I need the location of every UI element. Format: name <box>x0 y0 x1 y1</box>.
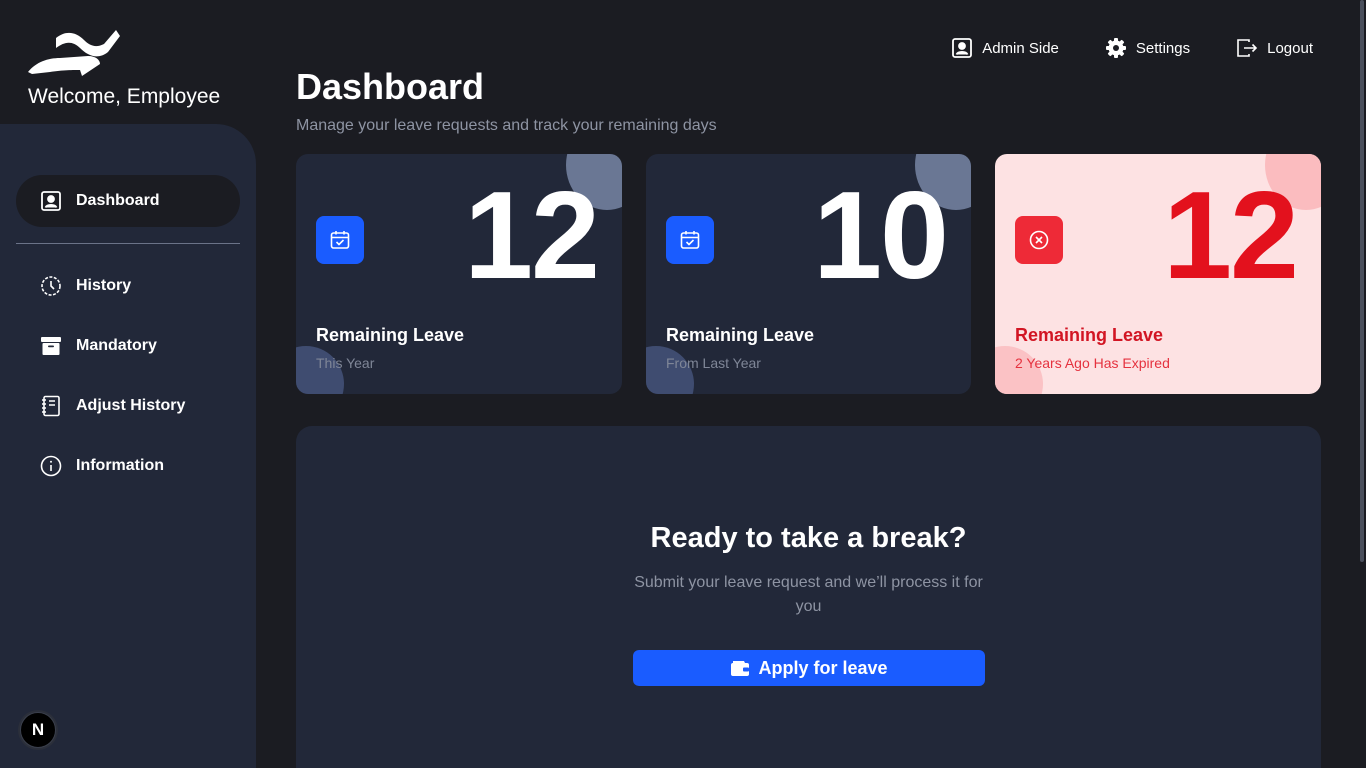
sidebar-item-label: Information <box>76 457 164 474</box>
calendar-check-icon <box>666 216 714 264</box>
sidebar-item-mandatory[interactable]: Mandatory <box>16 320 240 372</box>
user-square-icon <box>951 37 973 59</box>
info-icon <box>40 455 62 477</box>
apply-for-leave-button[interactable]: Apply for leave <box>633 650 985 686</box>
sidebar-item-label: History <box>76 277 132 294</box>
card-subtitle: From Last Year <box>666 355 761 371</box>
panel-title: Ready to take a break? <box>650 522 967 554</box>
settings-label: Settings <box>1135 39 1191 57</box>
card-title: Remaining Leave <box>666 325 815 345</box>
gear-icon <box>1105 37 1127 59</box>
user-square-icon <box>40 190 62 212</box>
sidebar-item-information[interactable]: Information <box>16 440 240 492</box>
leave-count: 12 <box>1163 167 1299 305</box>
nextjs-badge-button[interactable]: N <box>20 712 56 748</box>
page-title: Dashboard <box>296 66 485 107</box>
page-scrollbar[interactable] <box>1360 0 1364 562</box>
wallet-icon <box>730 658 750 678</box>
settings-button[interactable]: Settings <box>1105 37 1190 59</box>
logout-label: Logout <box>1267 39 1313 57</box>
notebook-icon <box>40 395 62 417</box>
leave-card-last-year: 10 Remaining Leave From Last Year <box>646 154 971 394</box>
leave-card-expired: 12 Remaining Leave 2 Years Ago Has Expir… <box>995 154 1321 394</box>
sidebar: Dashboard History Mandatory Adjust Histo… <box>0 124 256 768</box>
sidebar-item-dashboard[interactable]: Dashboard <box>16 175 240 227</box>
sidebar-divider <box>16 243 240 244</box>
card-subtitle: 2 Years Ago Has Expired <box>1015 355 1170 371</box>
logout-button[interactable]: Logout <box>1236 37 1313 59</box>
panel-description: Submit your leave request and we’ll proc… <box>634 574 983 615</box>
leave-card-this-year: 12 Remaining Leave This Year <box>296 154 622 394</box>
card-title: Remaining Leave <box>316 325 465 345</box>
badge-letter: N <box>31 720 45 739</box>
card-title: Remaining Leave <box>1015 325 1164 345</box>
apply-button-label: Apply for leave <box>758 657 888 678</box>
leave-count: 10 <box>813 167 949 305</box>
sidebar-item-label: Mandatory <box>76 337 157 354</box>
apply-leave-panel: Ready to take a break? Submit your leave… <box>296 426 1321 768</box>
sidebar-item-history[interactable]: History <box>16 260 240 312</box>
clock-icon <box>40 275 62 297</box>
company-logo <box>28 30 120 76</box>
x-circle-icon <box>1015 216 1063 264</box>
logout-icon <box>1236 37 1258 59</box>
page-subtitle: Manage your leave requests and track you… <box>296 117 717 134</box>
admin-side-button[interactable]: Admin Side <box>951 37 1059 59</box>
card-subtitle: This Year <box>316 355 375 371</box>
welcome-text: Welcome, Employee <box>28 85 221 108</box>
top-bar: Admin Side Settings Logout <box>951 36 1313 60</box>
archive-icon <box>40 335 62 357</box>
sidebar-item-label: Adjust History <box>76 397 186 414</box>
admin-side-label: Admin Side <box>982 39 1059 57</box>
calendar-check-icon <box>316 216 364 264</box>
leave-count: 12 <box>464 167 600 305</box>
sidebar-item-adjust-history[interactable]: Adjust History <box>16 380 240 432</box>
sidebar-item-label: Dashboard <box>76 192 160 209</box>
brand-area: Welcome, Employee <box>0 0 256 124</box>
